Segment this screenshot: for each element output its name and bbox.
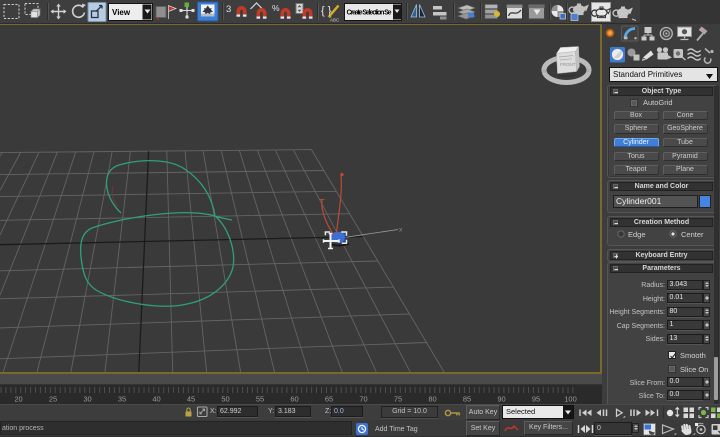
svg-text:35: 35	[118, 395, 126, 404]
svg-text:45: 45	[187, 395, 195, 404]
svg-text:60: 60	[290, 395, 298, 404]
svg-text:%: %	[272, 3, 280, 13]
svg-text:75: 75	[394, 395, 402, 404]
svg-text:100: 100	[564, 395, 577, 404]
svg-text:95: 95	[532, 395, 540, 404]
svg-text:70: 70	[359, 395, 367, 404]
svg-text:65: 65	[325, 395, 333, 404]
svg-text:80: 80	[428, 395, 436, 404]
svg-text:x: x	[399, 227, 403, 234]
svg-text:85: 85	[463, 395, 471, 404]
svg-text:20: 20	[14, 395, 22, 404]
svg-text:55: 55	[256, 395, 264, 404]
svg-text:3: 3	[226, 4, 231, 15]
svg-text:30: 30	[83, 395, 91, 404]
svg-text:40: 40	[152, 395, 160, 404]
svg-text:FRONT: FRONT	[560, 62, 576, 67]
svg-text:ABC: ABC	[330, 18, 340, 23]
svg-text:50: 50	[221, 395, 229, 404]
svg-text:Create Selection Se: Create Selection Se	[347, 10, 392, 17]
svg-text:25: 25	[49, 395, 57, 404]
svg-text:W: W	[541, 69, 547, 75]
svg-text:90: 90	[497, 395, 505, 404]
svg-text:E: E	[587, 68, 591, 74]
svg-text:View: View	[112, 8, 131, 17]
